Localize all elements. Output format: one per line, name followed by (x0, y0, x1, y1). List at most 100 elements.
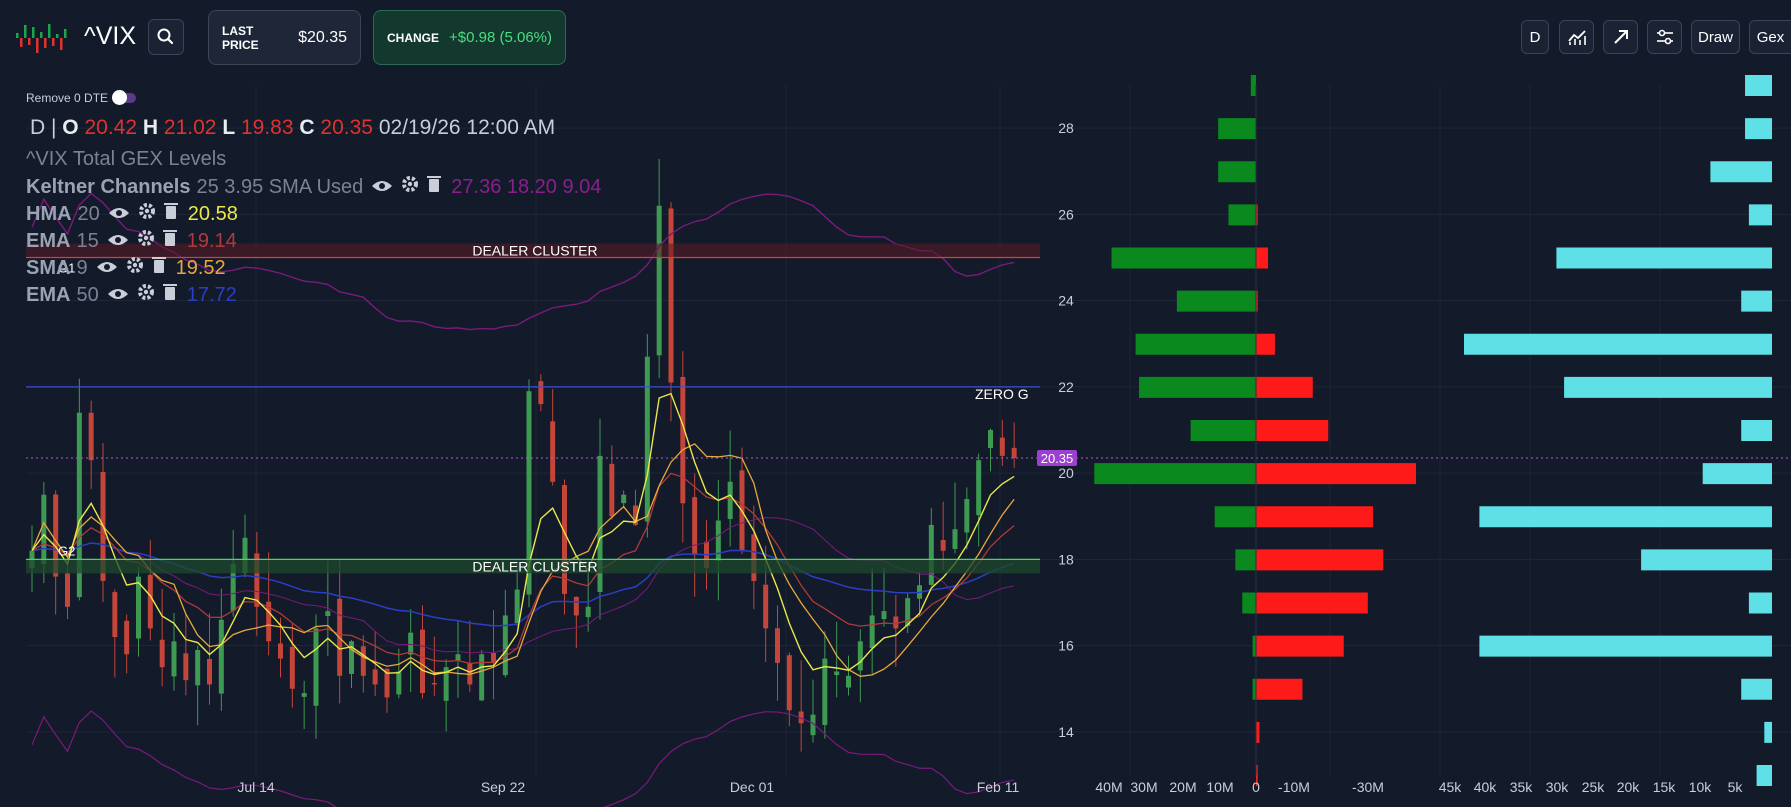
gex-x-tick-label: -30M (1352, 779, 1384, 795)
candle-body (88, 412, 94, 461)
oi-bar (1641, 549, 1772, 571)
candle-body (538, 381, 544, 405)
gex-x-tick-label: 10M (1206, 779, 1233, 795)
put-gex-bar (1256, 333, 1275, 355)
candle-body (846, 675, 851, 688)
candle-body (964, 499, 970, 533)
ohlc-readout: D | O 20.42 H 21.02 L 19.83 C 20.35 02/1… (30, 116, 556, 139)
eye-icon[interactable] (107, 230, 129, 253)
candle-body (621, 494, 627, 504)
gear-icon[interactable] (137, 283, 155, 307)
gex-x-tick-label: -10M (1278, 779, 1310, 795)
candle-body (656, 205, 662, 356)
oi-x-tick-label: 10k (1689, 779, 1713, 795)
gex-x-tick-label: 40M (1095, 779, 1122, 795)
put-gex-bar (1256, 247, 1269, 269)
y-tick-label: 22 (1058, 379, 1074, 395)
toggle-knob (112, 90, 128, 105)
put-gex-bar (1256, 549, 1384, 571)
dealer-cluster-label: DEALER CLUSTER (472, 558, 597, 574)
legend-name: ^VIX Total GEX Levels (26, 148, 227, 170)
oi-bar (1479, 506, 1772, 528)
legend-params: 15 (76, 229, 99, 252)
trash-icon[interactable] (163, 202, 178, 226)
gear-icon[interactable] (138, 202, 156, 226)
oi-x-tick-label: 40k (1474, 779, 1498, 795)
put-gex-bar (1256, 463, 1416, 485)
candle-body (869, 615, 875, 649)
gear-icon[interactable] (137, 229, 155, 253)
candle-body (124, 620, 130, 655)
call-gex-bar (1228, 204, 1256, 226)
candle-body (751, 534, 757, 581)
candle-body (834, 671, 840, 676)
trash-icon[interactable] (162, 229, 177, 253)
legend-hma: HMA 20 20.58 (26, 202, 238, 226)
candle-body (360, 646, 366, 676)
x-tick-label: Feb 11 (977, 779, 1020, 795)
ohlc-datetime: 02/19/26 12:00 AM (378, 116, 556, 139)
put-gex-bar (1256, 678, 1303, 700)
ohlc-close-label: C (299, 116, 315, 139)
candle-body (940, 540, 946, 551)
zero-gamma-label: ZERO G (975, 386, 1029, 402)
legend-name: EMA (26, 283, 71, 306)
oi-x-tick-label: 30k (1546, 779, 1570, 795)
legend-values: 20.58 (187, 202, 238, 225)
oi-bar (1764, 721, 1772, 743)
oi-bar (1564, 376, 1772, 398)
remove-0dte-toggle[interactable]: Remove 0 DTE (26, 90, 137, 105)
y-tick-label: 24 (1058, 293, 1074, 309)
legend-params: 25 3.95 SMA Used (196, 175, 364, 198)
eye-icon[interactable] (107, 284, 129, 307)
legend-params: 50 (76, 283, 99, 306)
trash-icon[interactable] (162, 283, 177, 307)
gex-x-tick-label: 20M (1169, 779, 1196, 795)
candle-body (775, 628, 780, 663)
candle-body (988, 430, 993, 449)
candle-body (644, 356, 650, 522)
candle-body (313, 628, 319, 706)
ohlc-interval: D (30, 116, 46, 139)
ohlc-high-value: 21.02 (163, 116, 217, 139)
call-gex-bar (1252, 635, 1256, 657)
candle-body (41, 494, 47, 565)
oi-bar (1741, 678, 1772, 700)
oi-x-tick-label: 25k (1582, 779, 1606, 795)
candle-body (455, 654, 461, 661)
legend-values: 17.72 (186, 283, 237, 306)
toggle-switch[interactable] (112, 90, 137, 105)
candle-body (881, 611, 887, 620)
gear-icon[interactable] (126, 256, 144, 280)
ohlc-low-value: 19.83 (240, 116, 294, 139)
ohlc-open-value: 20.42 (84, 116, 138, 139)
oi-bar (1556, 247, 1772, 269)
candle-body (183, 653, 189, 681)
candle-body (278, 643, 283, 659)
trash-icon[interactable] (151, 256, 166, 280)
call-gex-bar (1094, 463, 1256, 485)
candle-body (479, 654, 485, 701)
oi-bar (1710, 161, 1772, 183)
g2-label: G2 (58, 543, 75, 558)
gear-icon[interactable] (401, 175, 419, 199)
legend-gex-levels: ^VIX Total GEX Levels (26, 148, 226, 171)
legend-keltner: Keltner Channels 25 3.95 SMA Used 27.36 … (26, 175, 601, 199)
eye-icon[interactable] (108, 203, 130, 226)
last-price-tag-text: 20.35 (1041, 451, 1074, 466)
oi-bar (1748, 592, 1772, 614)
candle-body (289, 646, 295, 689)
oi-bar (1748, 204, 1772, 226)
candle-body (431, 682, 437, 685)
legend-values: 19.14 (186, 229, 237, 252)
legend-values: 27.36 18.20 9.04 (451, 175, 602, 198)
eye-icon[interactable] (371, 176, 393, 199)
eye-icon[interactable] (96, 257, 118, 280)
trash-icon[interactable] (427, 175, 442, 199)
y-tick-label: 16 (1058, 638, 1074, 654)
x-tick-label: Sep 22 (481, 779, 526, 795)
y-tick-label: 18 (1058, 551, 1074, 567)
ohlc-close-value: 20.35 (320, 116, 373, 139)
put-gex-bar (1256, 420, 1329, 441)
candle-body (136, 576, 141, 639)
